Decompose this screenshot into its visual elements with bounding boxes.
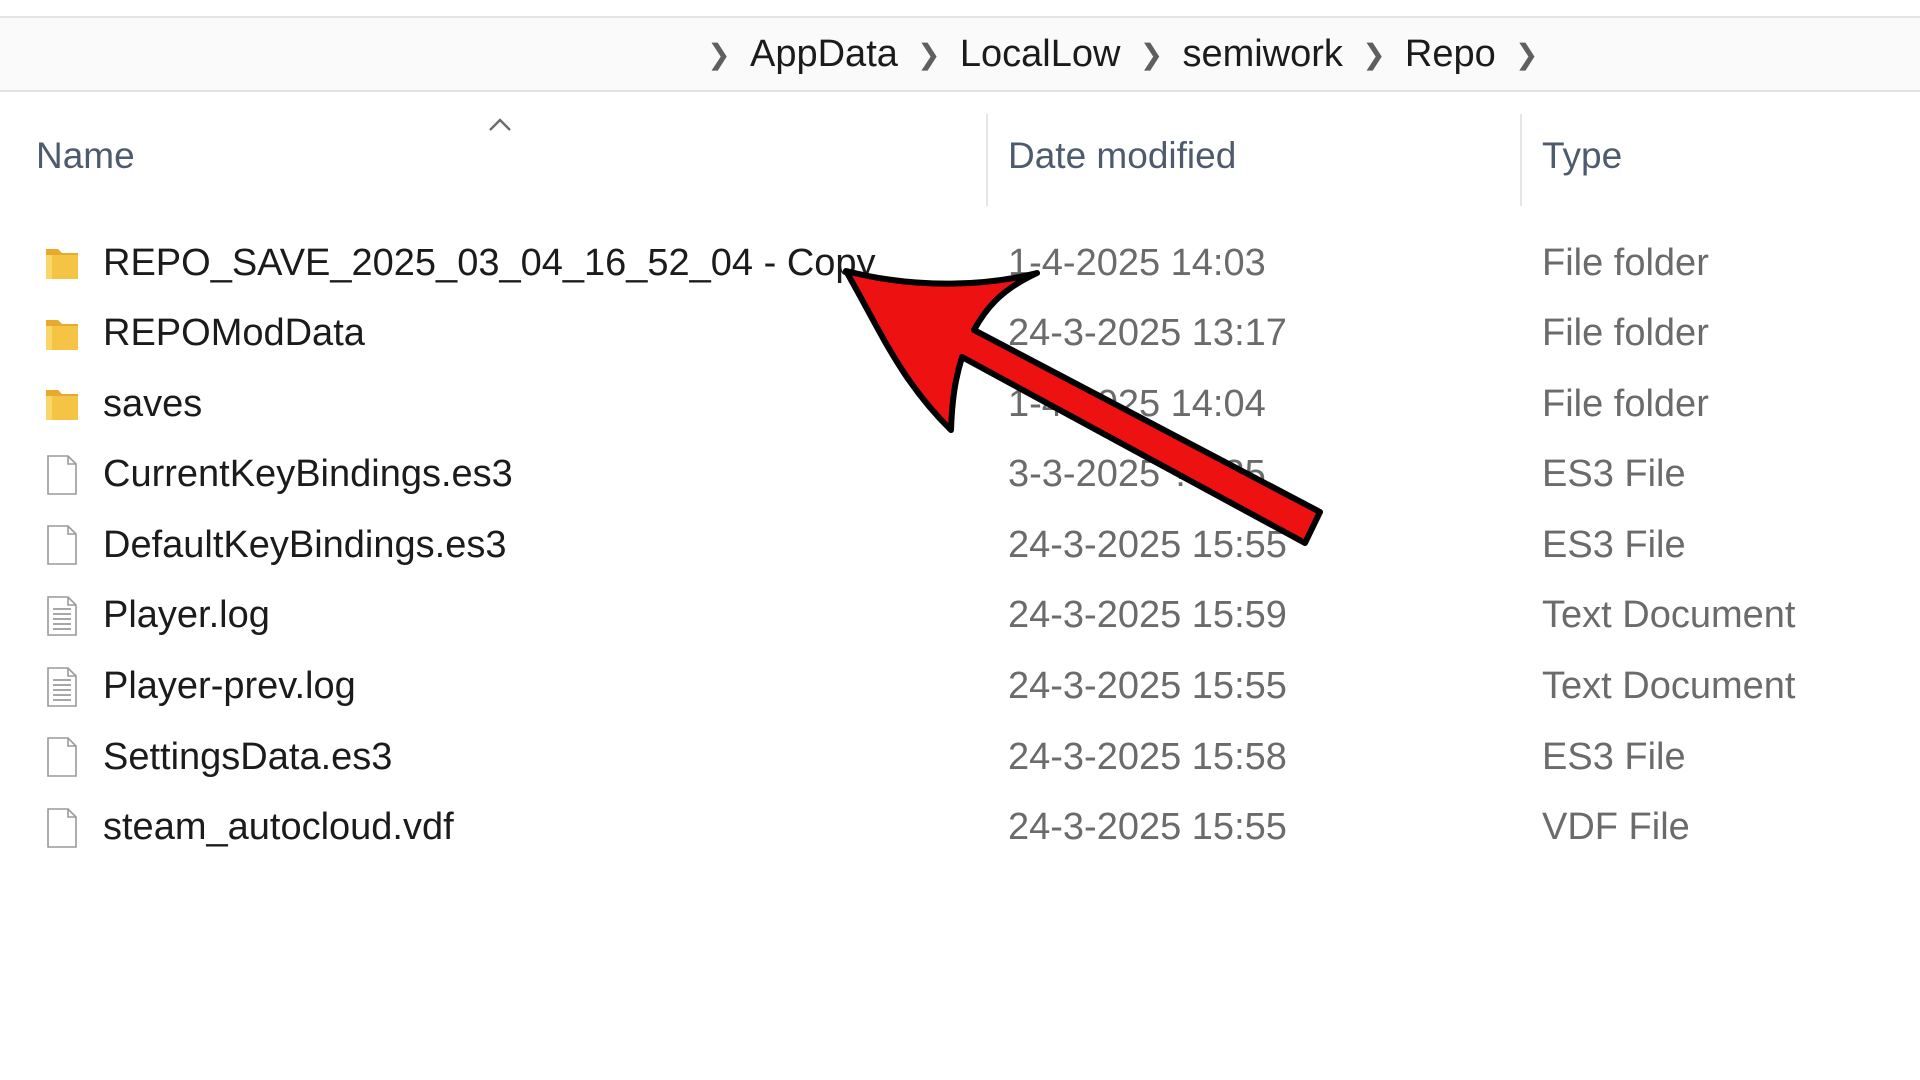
file-name[interactable]: DefaultKeyBindings.es3	[103, 510, 506, 580]
file-icon	[42, 735, 82, 779]
text-file-icon	[42, 665, 82, 709]
file-icon	[42, 523, 82, 567]
file-type: File folder	[1542, 382, 1709, 425]
file-name[interactable]: steam_autocloud.vdf	[103, 793, 454, 863]
file-type: ES3 File	[1542, 523, 1686, 566]
file-date-modified: 1-4-2025 14:04	[1008, 382, 1266, 425]
file-row[interactable]: DefaultKeyBindings.es3 24-3-2025 15:55 ES3…	[0, 510, 1920, 581]
folder-icon	[42, 382, 82, 426]
file-type: File folder	[1542, 241, 1709, 284]
column-header-date-modified[interactable]: Date modified	[1008, 108, 1518, 204]
chevron-right-icon[interactable]: ❯	[900, 38, 958, 71]
file-row[interactable]: CurrentKeyBindings.es3 3-3-2025 ??:35 ES3 …	[0, 440, 1920, 511]
column-header-name[interactable]: Name	[36, 108, 986, 204]
file-date-modified: 24-3-2025 15:55	[1008, 523, 1287, 566]
file-date-modified: 1-4-2025 14:03	[1008, 241, 1266, 284]
file-name[interactable]: SettingsData.es3	[103, 722, 392, 792]
file-row[interactable]: saves 1-4-2025 14:04 File folder	[0, 369, 1920, 440]
breadcrumb-item-appdata[interactable]: AppData	[748, 33, 900, 76]
file-date-modified: 24-3-2025 15:58	[1008, 735, 1287, 778]
file-row[interactable]: Player-prev.log 24-3-2025 15:55 Text Docum…	[0, 652, 1920, 723]
file-name[interactable]: REPO_SAVE_2025_03_04_16_52_04 - Copy	[103, 228, 876, 298]
file-icon	[42, 806, 82, 850]
file-type: File folder	[1542, 312, 1709, 355]
file-type: Text Document	[1542, 665, 1796, 708]
folder-icon	[42, 241, 82, 285]
chevron-right-icon[interactable]: ❯	[1498, 38, 1556, 71]
file-date-modified: 24-3-2025 15:55	[1008, 806, 1287, 849]
file-type: VDF File	[1542, 806, 1690, 849]
file-date-modified: 3-3-2025 ??:35	[1008, 453, 1266, 496]
text-file-icon	[42, 594, 82, 638]
chevron-right-icon[interactable]: ❯	[1122, 38, 1180, 71]
file-date-modified: 24-3-2025 15:59	[1008, 594, 1287, 637]
file-type: ES3 File	[1542, 735, 1686, 778]
file-icon	[42, 453, 82, 497]
chevron-right-icon[interactable]: ❯	[690, 38, 748, 71]
breadcrumb-item-locallow[interactable]: LocalLow	[958, 33, 1123, 76]
file-row[interactable]: steam_autocloud.vdf 24-3-2025 15:55 VDF Fi…	[0, 793, 1920, 864]
file-explorer-window: ❯ AppData ❯ LocalLow ❯ semiwork ❯ Repo ❯…	[0, 0, 1920, 1080]
file-type: Text Document	[1542, 594, 1796, 637]
file-date-modified: 24-3-2025 13:17	[1008, 312, 1287, 355]
file-name[interactable]: REPOModData	[103, 299, 365, 369]
column-header-row: Name Date modified Type	[0, 108, 1920, 206]
file-list: REPO_SAVE_2025_03_04_16_52_04 - Copy 1-4-…	[0, 228, 1920, 863]
file-name[interactable]: Player.log	[103, 581, 270, 651]
chevron-right-icon[interactable]: ❯	[1345, 38, 1403, 71]
breadcrumb-item-semiwork[interactable]: semiwork	[1180, 33, 1344, 76]
window-top-edge	[0, 0, 1920, 18]
file-type: ES3 File	[1542, 453, 1686, 496]
column-divider[interactable]	[1520, 114, 1522, 206]
column-divider[interactable]	[986, 114, 988, 206]
file-name[interactable]: saves	[103, 369, 202, 439]
file-row[interactable]: Player.log 24-3-2025 15:59 Text Document	[0, 581, 1920, 652]
file-row[interactable]: REPO_SAVE_2025_03_04_16_52_04 - Copy 1-4-…	[0, 228, 1920, 299]
folder-icon	[42, 312, 82, 356]
file-row[interactable]: SettingsData.es3 24-3-2025 15:58 ES3 File	[0, 722, 1920, 793]
column-header-type[interactable]: Type	[1542, 108, 1912, 204]
breadcrumb: ❯ AppData ❯ LocalLow ❯ semiwork ❯ Repo ❯	[690, 18, 1556, 90]
file-name[interactable]: CurrentKeyBindings.es3	[103, 440, 513, 510]
file-row[interactable]: REPOModData 24-3-2025 13:17 File folder	[0, 299, 1920, 370]
file-name[interactable]: Player-prev.log	[103, 652, 356, 722]
file-date-modified: 24-3-2025 15:55	[1008, 665, 1287, 708]
breadcrumb-item-repo[interactable]: Repo	[1403, 33, 1498, 76]
